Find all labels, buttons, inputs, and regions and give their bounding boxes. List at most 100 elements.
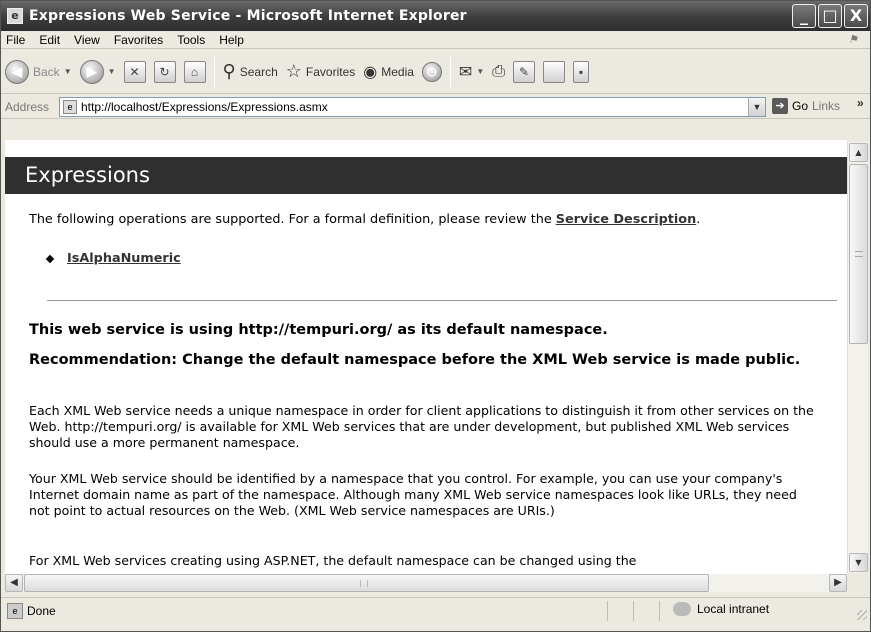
security-zone[interactable]: Local intranet: [673, 602, 769, 616]
scroll-left-button[interactable]: ◀: [5, 574, 23, 592]
zone-label: Local intranet: [697, 602, 770, 616]
stop-icon: ✕: [123, 60, 146, 83]
operations-list: IsAlphaNumeric: [45, 251, 181, 266]
namespace-heading: This web service is using http://tempuri…: [29, 322, 608, 338]
go-button[interactable]: ➔ Go: [772, 98, 808, 114]
forward-arrow-icon: ▶: [79, 59, 104, 84]
address-dropdown-button[interactable]: ▼: [748, 98, 765, 116]
chevron-right-double-icon[interactable]: »: [857, 96, 864, 110]
page-done-icon: e: [7, 602, 23, 619]
refresh-icon: ↻: [153, 60, 176, 83]
status-bar: e Done Local intranet: [1, 597, 870, 623]
toolbar-divider: [213, 56, 215, 87]
operation-link-isalphanumeric[interactable]: IsAlphaNumeric: [67, 251, 181, 266]
history-button[interactable]: ◷: [418, 55, 446, 89]
windows-logo-icon: ⚑: [848, 34, 858, 46]
discuss-button[interactable]: [539, 55, 569, 89]
menu-view[interactable]: View: [67, 33, 107, 47]
menu-tools[interactable]: Tools: [170, 33, 212, 47]
refresh-button[interactable]: ↻: [150, 55, 180, 89]
mail-icon: ✉: [458, 63, 473, 81]
namespace-paragraph-2: Your XML Web service should be identifie…: [29, 471, 797, 518]
home-button[interactable]: ⌂: [180, 55, 210, 89]
intro-suffix: .: [696, 212, 701, 227]
media-label: Media: [381, 64, 414, 79]
service-description-link[interactable]: Service Description: [556, 212, 696, 227]
go-label: Go: [792, 99, 809, 113]
horizontal-scrollbar[interactable]: ◀ ▶: [5, 574, 847, 592]
menu-bar: File Edit View Favorites Tools Help ⚑: [1, 31, 870, 49]
back-label: Back: [33, 64, 60, 79]
bullet-icon: [45, 254, 55, 263]
list-item: IsAlphaNumeric: [45, 251, 181, 266]
intro-prefix: The following operations are supported. …: [29, 212, 556, 227]
grip-icon: [360, 580, 368, 587]
intro-text: The following operations are supported. …: [29, 212, 700, 227]
scroll-right-button[interactable]: ▶: [829, 574, 847, 592]
page-banner: Expressions: [5, 157, 847, 194]
star-icon: ☆: [285, 61, 302, 81]
page-icon: e: [63, 100, 77, 114]
namespace-paragraph-3: For XML Web services creating using ASP.…: [29, 553, 637, 568]
address-label: Address: [5, 99, 50, 114]
favorites-button[interactable]: ☆ Favorites: [282, 55, 360, 89]
browser-window: e Expressions Web Service - Microsoft In…: [0, 0, 871, 632]
status-panel: [633, 601, 634, 621]
address-url: http://localhost/Expressions/Expressions…: [81, 100, 328, 114]
chevron-down-icon: ▼: [63, 67, 72, 76]
resize-grip-icon[interactable]: [857, 610, 867, 620]
search-button[interactable]: ⚲ Search: [219, 55, 282, 89]
back-arrow-icon: ◀: [5, 59, 29, 84]
vertical-scrollbar[interactable]: ▲ ▼: [847, 142, 868, 573]
scrollbar-corner: [847, 574, 868, 592]
intranet-icon: [673, 602, 691, 616]
window-title: Expressions Web Service - Microsoft Inte…: [29, 8, 467, 24]
address-bar: Address e http://localhost/Expressions/E…: [1, 95, 870, 119]
menu-edit[interactable]: Edit: [32, 33, 67, 47]
back-button[interactable]: ◀ Back ▼: [1, 55, 76, 89]
home-icon: ⌂: [183, 60, 206, 83]
title-bar[interactable]: e Expressions Web Service - Microsoft In…: [1, 1, 870, 31]
scroll-down-button[interactable]: ▼: [849, 553, 868, 572]
mail-button[interactable]: ✉ ▼: [455, 55, 488, 89]
discuss-icon: [543, 60, 566, 83]
media-icon: ◉: [363, 63, 378, 81]
vertical-scroll-thumb[interactable]: [849, 164, 868, 344]
scroll-up-button[interactable]: ▲: [849, 143, 868, 162]
stop-button[interactable]: ✕: [120, 55, 150, 89]
window-controls: _ □ X: [792, 4, 868, 28]
messenger-button[interactable]: ▪: [569, 55, 593, 89]
menu-favorites[interactable]: Favorites: [107, 33, 170, 47]
minimize-button[interactable]: _: [792, 4, 816, 28]
status-text: Done: [27, 603, 56, 618]
status-panel: [659, 601, 660, 621]
printer-icon: ⎙: [492, 62, 506, 80]
menu-file[interactable]: File: [1, 33, 32, 47]
toolbar-divider: [449, 56, 451, 87]
go-arrow-icon: ➔: [772, 98, 788, 114]
favorites-label: Favorites: [305, 64, 356, 79]
horizontal-scroll-thumb[interactable]: [24, 574, 709, 592]
chevron-down-icon: ▼: [476, 67, 485, 76]
divider: [47, 300, 837, 301]
chevron-down-icon: ▼: [107, 67, 116, 76]
messenger-icon: ▪: [573, 60, 590, 83]
links-toolbar[interactable]: Links: [812, 99, 840, 113]
page-content: Expressions The following operations are…: [5, 140, 847, 574]
namespace-paragraph-1: Each XML Web service needs a unique name…: [29, 403, 814, 450]
maximize-button[interactable]: □: [818, 4, 842, 28]
recommendation-heading: Recommendation: Change the default names…: [29, 352, 801, 368]
edit-button[interactable]: ✎: [509, 55, 539, 89]
forward-button[interactable]: ▶ ▼: [76, 55, 120, 89]
close-button[interactable]: X: [844, 4, 868, 28]
address-input[interactable]: e http://localhost/Expressions/Expressio…: [59, 97, 766, 117]
media-button[interactable]: ◉ Media: [359, 55, 418, 89]
menu-help[interactable]: Help: [212, 33, 251, 47]
ie-page-icon: e: [7, 8, 23, 24]
print-button[interactable]: ⎙: [488, 55, 509, 89]
search-icon: ⚲: [222, 61, 236, 81]
standard-toolbar: ◀ Back ▼ ▶ ▼ ✕ ↻ ⌂ ⚲ Search ☆ Favorites …: [1, 50, 870, 94]
search-label: Search: [239, 64, 278, 79]
status-panel: [607, 601, 608, 621]
grip-icon: [855, 251, 863, 257]
